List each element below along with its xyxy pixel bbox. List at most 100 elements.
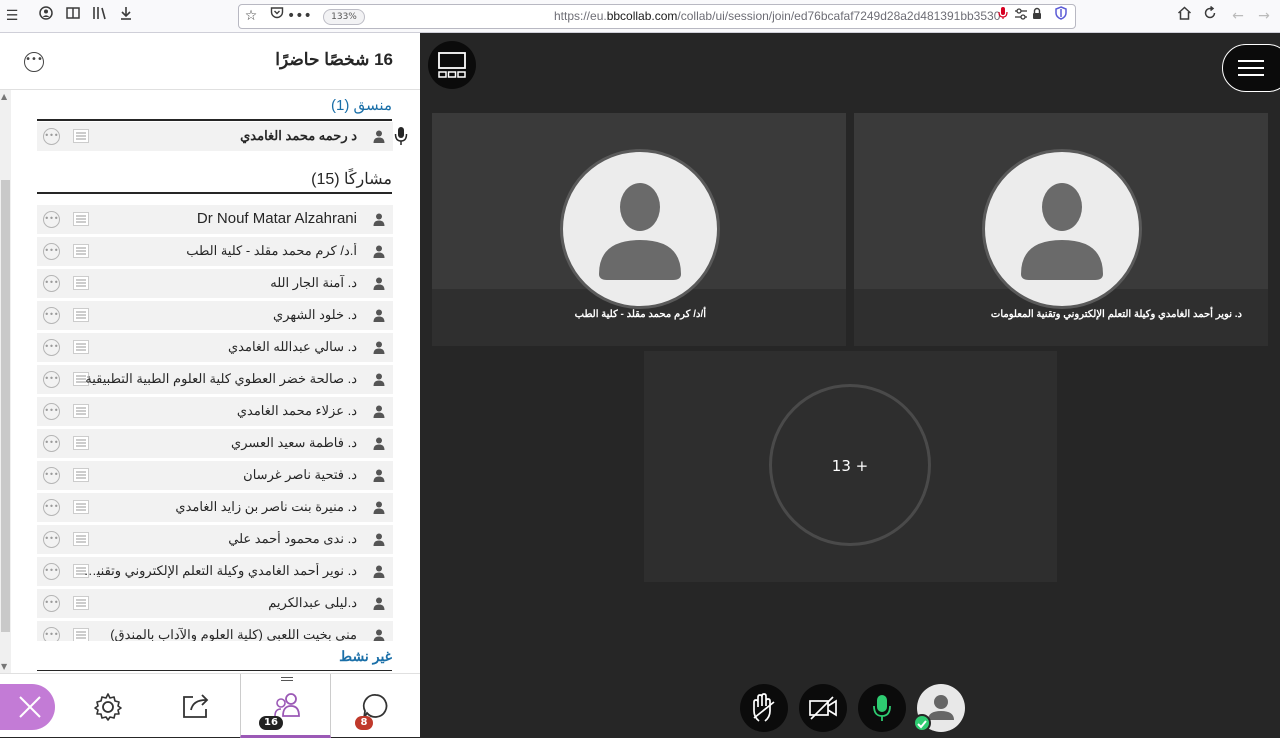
participant-row[interactable]: ••• د. عزلاء محمد الغامدي bbox=[37, 397, 393, 426]
user-avatar-icon bbox=[599, 183, 681, 280]
close-panel-button[interactable] bbox=[0, 684, 55, 730]
more-participants-circle: 13 + bbox=[769, 384, 931, 546]
lock-icon[interactable] bbox=[1027, 6, 1047, 26]
forward-arrow-icon[interactable]: → bbox=[1254, 6, 1274, 26]
more-options-icon[interactable]: ••• bbox=[43, 627, 60, 641]
participant-name: د. عزلاء محمد الغامدي bbox=[236, 403, 357, 418]
participant-row[interactable]: ••• Dr Nouf Matar Alzahrani bbox=[37, 205, 393, 234]
more-options-icon[interactable]: ••• bbox=[43, 563, 60, 580]
more-participants-count: 13 + bbox=[831, 457, 869, 475]
participant-row[interactable]: ••• د. ندى محمود أحمد علي bbox=[37, 525, 393, 554]
more-options-icon[interactable]: ••• bbox=[43, 595, 60, 612]
user-icon bbox=[373, 245, 385, 258]
bookmark-star-icon[interactable]: ☆ bbox=[241, 6, 261, 26]
camera-toggle-button[interactable] bbox=[799, 684, 847, 732]
more-options-icon[interactable]: ••• bbox=[43, 211, 60, 228]
participant-section-title[interactable]: مشاركًا (15) bbox=[311, 169, 392, 189]
user-icon bbox=[373, 437, 385, 450]
more-options-icon[interactable]: ••• bbox=[43, 128, 60, 145]
participant-row[interactable]: ••• أ.د/ كرم محمد مقلد - كلية الطب bbox=[37, 237, 393, 266]
participant-name: د. آمنة الجار الله bbox=[270, 275, 357, 290]
attendees-panel: ••• 16 شخصًا حاضرًا ▲ ▼ منسق (1) ••• د ر… bbox=[0, 33, 420, 738]
scroll-up-icon[interactable]: ▲ bbox=[1, 92, 7, 101]
pocket-icon[interactable] bbox=[267, 6, 287, 26]
more-options-icon[interactable]: ••• bbox=[43, 467, 60, 484]
tab-attendees[interactable]: 16 bbox=[240, 674, 331, 738]
library-icon[interactable] bbox=[90, 6, 110, 26]
reload-icon[interactable] bbox=[1200, 5, 1220, 26]
video-tile[interactable]: د. نوير أحمد الغامدي وكيلة التعلم الإلكت… bbox=[854, 113, 1268, 346]
back-arrow-icon[interactable]: ← bbox=[1228, 6, 1248, 26]
account-icon[interactable] bbox=[36, 6, 56, 26]
user-icon bbox=[373, 373, 385, 386]
url-text[interactable]: https://eu.bbcollab.com/collab/ui/sessio… bbox=[554, 9, 1000, 23]
moderator-section-title[interactable]: منسق (1) bbox=[331, 96, 392, 114]
tab-settings[interactable] bbox=[64, 674, 152, 738]
participant-name: د. فاطمة سعيد العسري bbox=[231, 435, 357, 450]
my-status-button[interactable] bbox=[913, 684, 965, 732]
page-actions-icon[interactable]: ••• bbox=[287, 6, 312, 26]
camera-off-icon bbox=[809, 696, 837, 720]
panel-title: 16 شخصًا حاضرًا bbox=[275, 50, 393, 69]
more-options-icon[interactable]: ••• bbox=[43, 243, 60, 260]
participant-avatar bbox=[560, 149, 720, 309]
participant-name: د. ندى محمود أحمد علي bbox=[228, 531, 357, 546]
participant-row[interactable]: ••• د. نوير أحمد الغامدي وكيلة التعلم ال… bbox=[37, 557, 393, 586]
tab-chat[interactable]: 8 bbox=[331, 674, 419, 738]
panel-options-icon[interactable]: ••• bbox=[24, 52, 44, 72]
more-participants-tile[interactable]: 13 + bbox=[644, 351, 1057, 582]
participant-row[interactable]: ••• د. آمنة الجار الله bbox=[37, 269, 393, 298]
participant-name: Dr Nouf Matar Alzahrani bbox=[196, 210, 357, 227]
participant-row[interactable]: ••• د. صالحة خضر العطوي كلية العلوم الطب… bbox=[37, 365, 393, 394]
status-check-icon bbox=[913, 714, 931, 732]
participant-list: ••• Dr Nouf Matar Alzahrani ••• أ.د/ كرم… bbox=[0, 203, 420, 641]
more-options-icon[interactable]: ••• bbox=[43, 307, 60, 324]
moderator-row[interactable]: ••• د رحمه محمد الغامدي bbox=[37, 122, 393, 151]
panel-tab-bar: 16 8 bbox=[0, 673, 420, 738]
video-tile[interactable]: أ/د/ كرم محمد مقلد - كلية الطب bbox=[432, 113, 846, 346]
more-options-icon[interactable]: ••• bbox=[43, 403, 60, 420]
home-icon[interactable] bbox=[1174, 6, 1194, 26]
more-options-icon[interactable]: ••• bbox=[43, 339, 60, 356]
more-options-icon[interactable]: ••• bbox=[43, 275, 60, 292]
download-icon[interactable] bbox=[116, 6, 136, 26]
user-icon bbox=[373, 565, 385, 578]
raise-hand-button[interactable] bbox=[740, 684, 788, 732]
participant-row[interactable]: ••• منى بخيت اللعبي (كلية العلوم والآداب… bbox=[37, 621, 393, 641]
close-icon bbox=[19, 696, 41, 718]
microphone-on-icon bbox=[873, 695, 891, 721]
inactive-section-title[interactable]: غير نشط bbox=[339, 648, 392, 665]
user-icon bbox=[373, 533, 385, 546]
hamburger-menu-icon[interactable]: ☰ bbox=[2, 6, 22, 26]
participant-row[interactable]: ••• د.ليلى عبدالكريم bbox=[37, 589, 393, 618]
microphone-sharing-icon[interactable] bbox=[993, 6, 1013, 26]
participant-row[interactable]: ••• د. منيرة بنت ناصر بن زايد الغامدي bbox=[37, 493, 393, 522]
participant-name: د. فتحية ناصر غرسان bbox=[243, 467, 357, 482]
address-bar[interactable]: ☆ ••• 133% https://eu.bbcollab.com/colla… bbox=[238, 4, 1076, 29]
user-icon bbox=[373, 597, 385, 610]
participant-row[interactable]: ••• د. سالي عبدالله الغامدي bbox=[37, 333, 393, 362]
user-icon bbox=[373, 629, 385, 641]
reader-view-icon[interactable] bbox=[63, 6, 83, 26]
participant-row[interactable]: ••• د. خلود الشهري bbox=[37, 301, 393, 330]
drag-handle-icon[interactable] bbox=[281, 677, 293, 678]
zoom-level[interactable]: 133% bbox=[323, 9, 365, 25]
more-options-icon[interactable]: ••• bbox=[43, 435, 60, 452]
session-menu-button[interactable] bbox=[1222, 44, 1280, 92]
participant-name: د.ليلى عبدالكريم bbox=[268, 595, 357, 610]
moderator-name: د رحمه محمد الغامدي bbox=[240, 128, 357, 143]
more-options-icon[interactable]: ••• bbox=[43, 499, 60, 516]
panel-header: ••• 16 شخصًا حاضرًا bbox=[0, 33, 420, 90]
shield-icon[interactable] bbox=[1051, 6, 1071, 26]
tab-share-content[interactable] bbox=[152, 674, 240, 738]
participant-row[interactable]: ••• د. فتحية ناصر غرسان bbox=[37, 461, 393, 490]
microphone-toggle-button[interactable] bbox=[858, 684, 906, 732]
layout-button[interactable] bbox=[428, 41, 476, 89]
participant-name: منى بخيت اللعبي (كلية العلوم والآداب بال… bbox=[110, 627, 357, 641]
section-divider bbox=[37, 192, 392, 194]
scroll-down-icon[interactable]: ▼ bbox=[1, 662, 7, 671]
section-divider bbox=[37, 670, 392, 671]
more-options-icon[interactable]: ••• bbox=[43, 531, 60, 548]
more-options-icon[interactable]: ••• bbox=[43, 371, 60, 388]
participant-row[interactable]: ••• د. فاطمة سعيد العسري bbox=[37, 429, 393, 458]
